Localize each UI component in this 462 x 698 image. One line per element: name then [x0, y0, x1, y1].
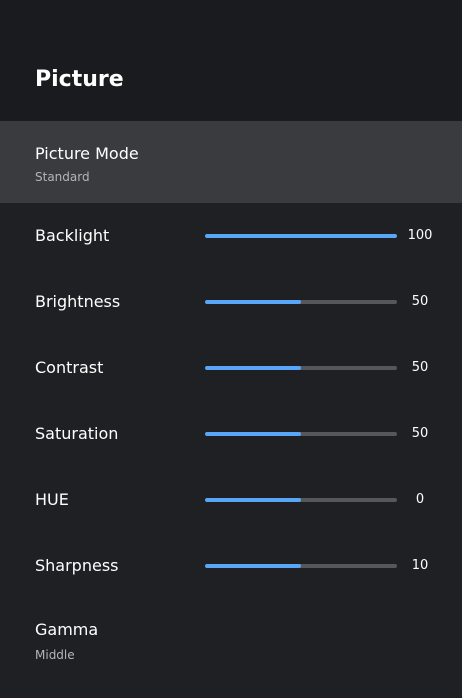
saturation-slider-track[interactable] [205, 432, 397, 436]
slider-label: Brightness [35, 292, 121, 311]
slider-value: 0 [415, 492, 425, 507]
hue-slider-fill [205, 498, 301, 502]
saturation-slider-fill [205, 432, 301, 436]
slider-value: 50 [411, 426, 429, 441]
slider-label: Backlight [35, 226, 110, 245]
gamma-row[interactable]: Gamma Middle [0, 599, 462, 681]
slider-value: 10 [411, 558, 429, 573]
backlight-slider-track[interactable] [205, 234, 397, 238]
contrast-slider-fill [205, 366, 301, 370]
contrast-slider-track[interactable] [205, 366, 397, 370]
picture-mode-label: Picture Mode [35, 144, 139, 163]
page-title: Picture [35, 67, 124, 92]
slider-row-backlight[interactable]: Backlight 100 [0, 203, 462, 269]
picture-settings-panel: Picture Picture Mode Standard Backlight … [0, 0, 462, 698]
backlight-slider-fill [205, 234, 397, 238]
picture-mode-row[interactable]: Picture Mode Standard [0, 121, 462, 203]
slider-value: 50 [411, 360, 429, 375]
hue-slider-track[interactable] [205, 498, 397, 502]
slider-label: Sharpness [35, 556, 119, 575]
gamma-value: Middle [35, 648, 75, 662]
slider-value: 50 [411, 294, 429, 309]
slider-row-sharpness[interactable]: Sharpness 10 [0, 533, 462, 599]
slider-label: Contrast [35, 358, 104, 377]
slider-row-saturation[interactable]: Saturation 50 [0, 401, 462, 467]
gamma-label: Gamma [35, 620, 99, 639]
brightness-slider-fill [205, 300, 301, 304]
panel-header: Picture [0, 0, 462, 121]
slider-label: HUE [35, 490, 69, 509]
sharpness-slider-fill [205, 564, 301, 568]
slider-row-contrast[interactable]: Contrast 50 [0, 335, 462, 401]
brightness-slider-track[interactable] [205, 300, 397, 304]
picture-mode-value: Standard [35, 170, 90, 184]
slider-row-hue[interactable]: HUE 0 [0, 467, 462, 533]
slider-label: Saturation [35, 424, 119, 443]
slider-value: 100 [407, 228, 433, 243]
slider-row-brightness[interactable]: Brightness 50 [0, 269, 462, 335]
sharpness-slider-track[interactable] [205, 564, 397, 568]
